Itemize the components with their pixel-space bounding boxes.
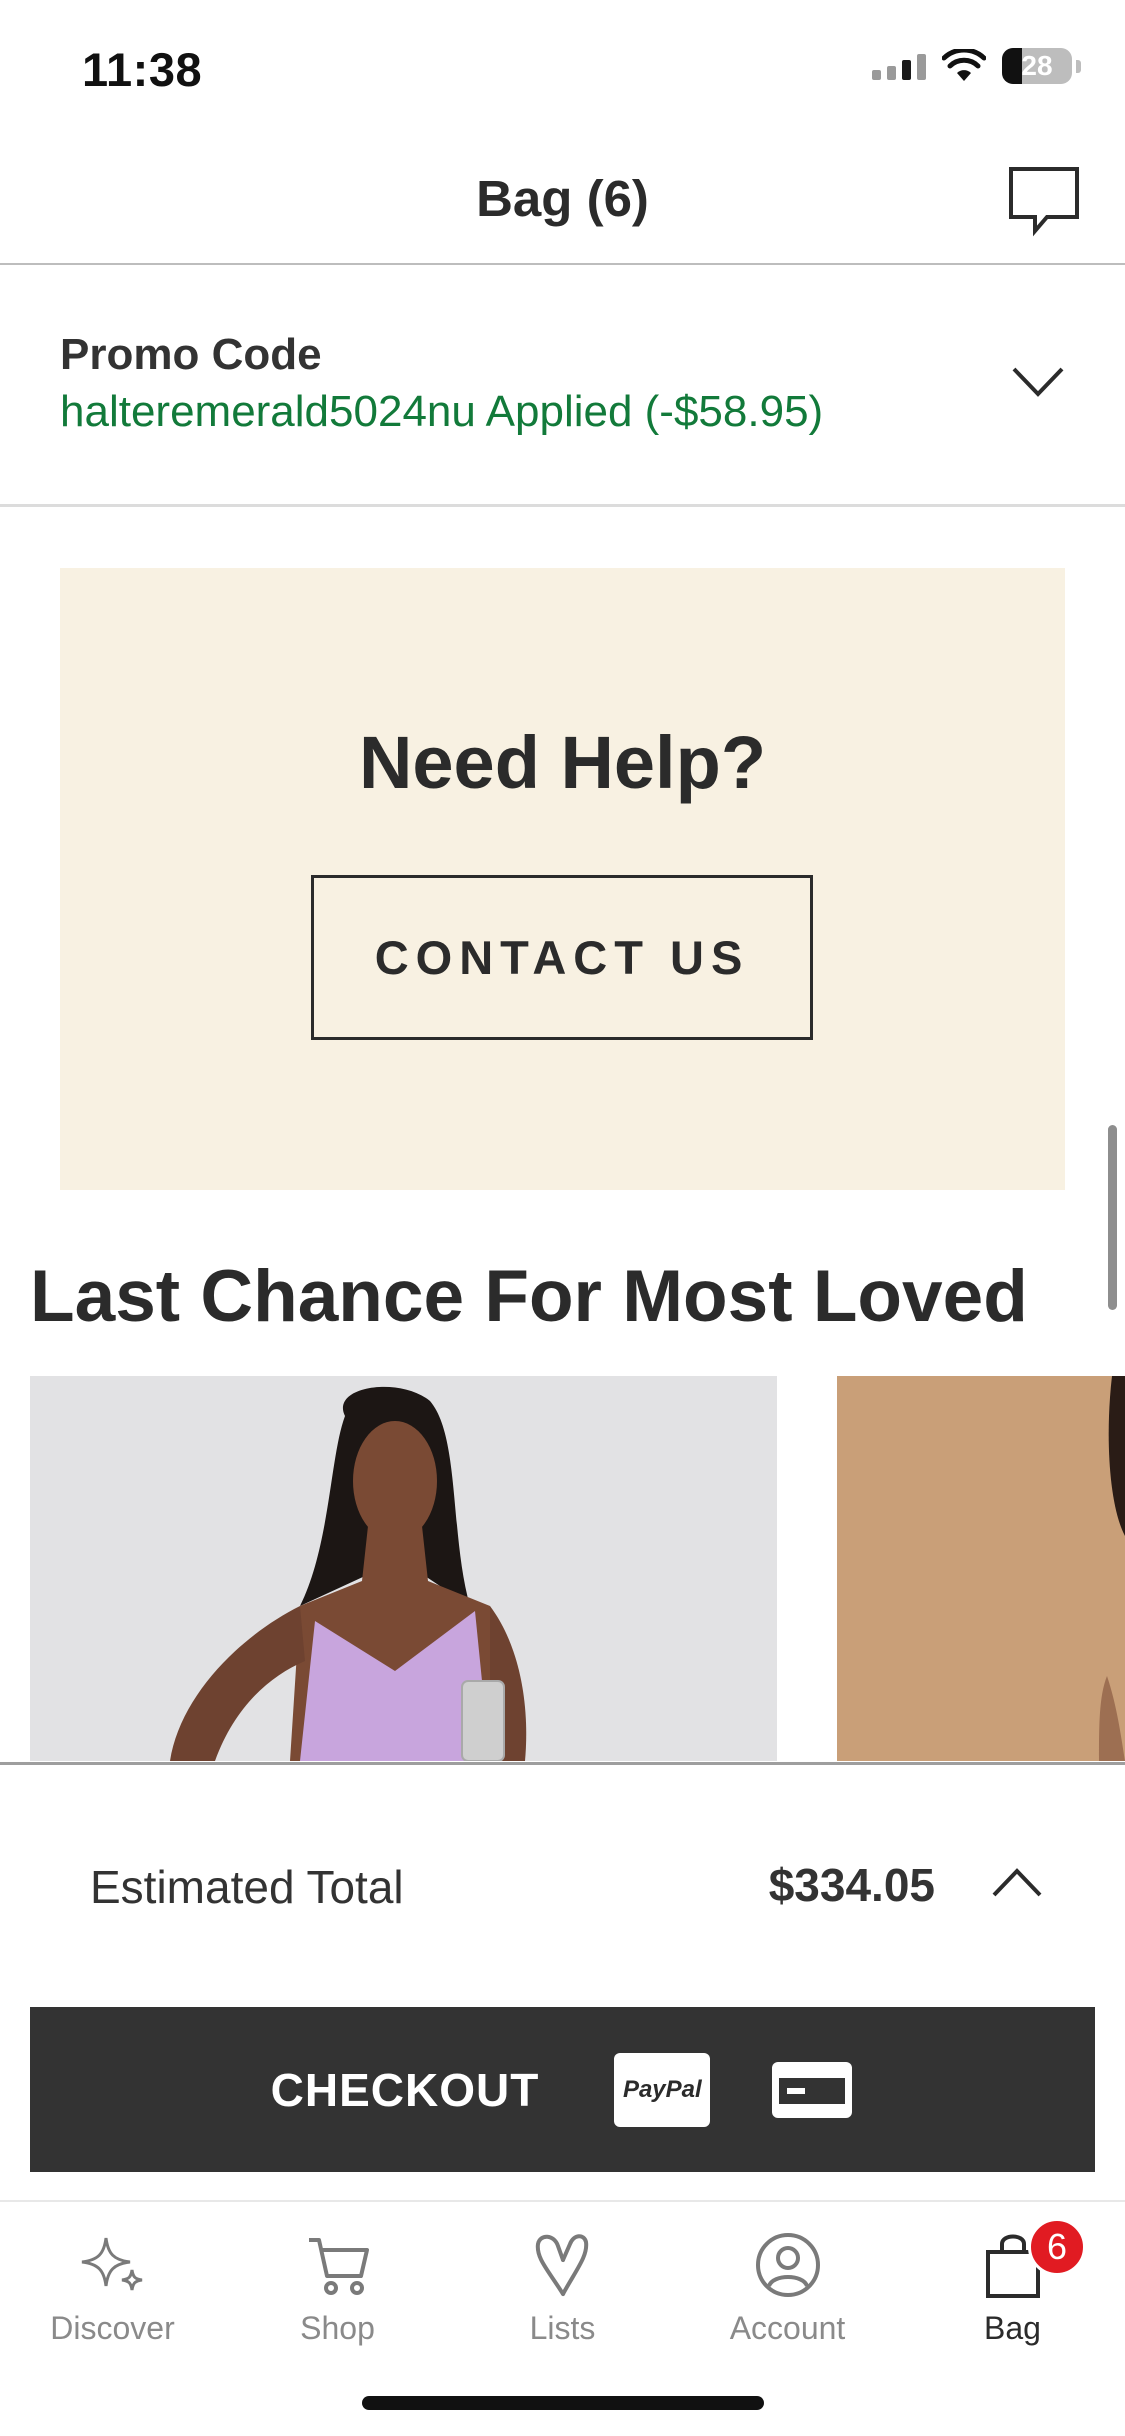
tab-label: Bag xyxy=(984,2310,1041,2346)
cart-icon xyxy=(308,2238,369,2295)
user-icon xyxy=(755,2233,820,2297)
page-title: Bag (6) xyxy=(476,170,649,227)
status-time: 11:38 xyxy=(82,43,203,96)
tab-bag[interactable]: 6 Bag xyxy=(900,2202,1125,2382)
product-image[interactable] xyxy=(30,1376,777,1761)
promo-code-label: Promo Code xyxy=(60,330,322,379)
cellular-signal-icon xyxy=(872,52,926,80)
paypal-icon: PayPal xyxy=(614,2052,711,2127)
tab-label: Discover xyxy=(50,2310,175,2346)
credit-card-icon xyxy=(772,2061,853,2118)
tab-account[interactable]: Account xyxy=(675,2202,900,2382)
need-help-box: Need Help? CONTACT US xyxy=(60,568,1065,1190)
product-image[interactable] xyxy=(837,1376,1125,1761)
heart-icon xyxy=(535,2234,588,2296)
chat-bubble-icon[interactable] xyxy=(1007,165,1081,237)
sparkle-icon xyxy=(81,2237,142,2291)
section-title: Last Chance For Most Loved xyxy=(30,1256,1028,1337)
tab-label: Shop xyxy=(300,2310,375,2346)
battery-icon: 28 xyxy=(1002,48,1072,84)
estimated-total-label: Estimated Total xyxy=(90,1861,404,1913)
tab-discover[interactable]: Discover xyxy=(0,2202,225,2382)
bag-screen: 11:38 28 Bag (6) Promo Code halteremeral… xyxy=(0,0,1125,2436)
page-header: Bag (6) xyxy=(0,135,1125,265)
tab-shop[interactable]: Shop xyxy=(225,2202,450,2382)
battery-cap xyxy=(1076,59,1081,73)
chevron-down-icon[interactable] xyxy=(1011,365,1065,399)
contact-us-button[interactable]: CONTACT US xyxy=(311,875,813,1040)
home-indicator xyxy=(362,2396,764,2410)
status-bar: 11:38 28 xyxy=(0,0,1125,135)
chevron-up-icon[interactable] xyxy=(991,1867,1043,1899)
need-help-title: Need Help? xyxy=(358,721,767,804)
promo-code-row[interactable]: Promo Code halteremerald5024nu Applied (… xyxy=(0,267,1125,507)
battery-level: 28 xyxy=(1021,50,1053,81)
model-lavender-dress-image xyxy=(30,1376,777,1761)
tab-label: Account xyxy=(729,2310,846,2346)
bag-count-badge: 6 xyxy=(1028,2218,1086,2276)
order-summary-sheet: Estimated Total $334.05 CHECKOUT PayPal xyxy=(0,1762,1125,2200)
estimated-total-value: $334.05 xyxy=(768,1859,935,1911)
status-icons: 28 xyxy=(872,48,1081,84)
scroll-indicator xyxy=(1108,1125,1117,1310)
tab-lists[interactable]: Lists xyxy=(450,2202,675,2382)
checkout-label: CHECKOUT xyxy=(270,2063,540,2116)
tab-label: Lists xyxy=(529,2310,596,2346)
promo-code-status: halteremerald5024nu Applied (-$58.95) xyxy=(60,387,824,436)
checkout-button[interactable]: CHECKOUT PayPal xyxy=(30,2007,1095,2172)
model-image xyxy=(837,1376,1125,1761)
wifi-icon xyxy=(942,49,986,81)
